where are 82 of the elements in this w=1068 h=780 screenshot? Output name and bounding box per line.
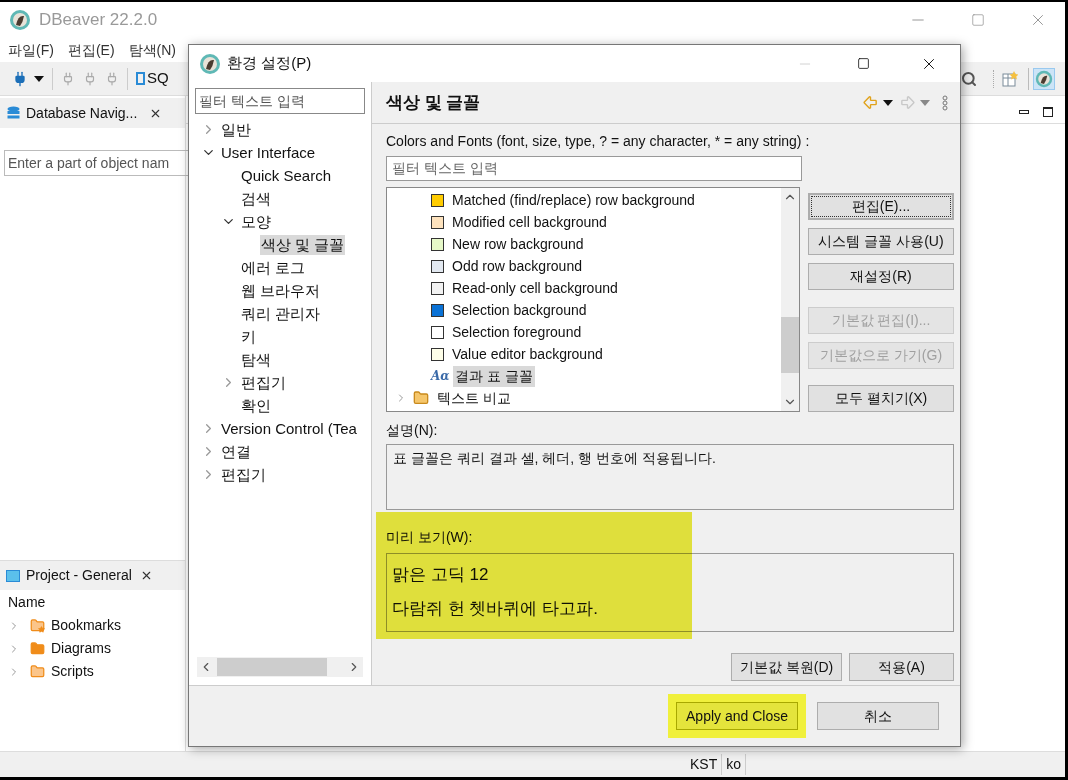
dialog-button[interactable]: Apply and Close xyxy=(676,702,798,730)
project-item[interactable]: Bookmarks xyxy=(51,615,122,636)
filter-field[interactable]: 필터 텍스트 입력 xyxy=(195,88,365,114)
folder-tab-icon xyxy=(6,569,20,582)
project-item[interactable]: Diagrams xyxy=(51,638,111,659)
window-title: DBeaver 22.2.0 xyxy=(39,9,158,32)
forward-arrow-icon[interactable] xyxy=(899,94,916,111)
caret-icon[interactable] xyxy=(34,75,44,82)
menu-item[interactable]: 편집(E) xyxy=(67,39,115,61)
list-item[interactable]: Odd row background xyxy=(450,255,584,277)
tree-item[interactable]: 일반 xyxy=(220,119,252,140)
side-button[interactable]: 재설정(R) xyxy=(808,263,954,290)
tree-item[interactable]: 검색 xyxy=(240,188,272,209)
tree-item[interactable]: 색상 및 글꼴 xyxy=(260,234,346,255)
description-box: 표 글꼴은 쿼리 결과 셀, 헤더, 행 번호에 적용됩니다. xyxy=(386,444,954,510)
caret-icon[interactable] xyxy=(883,99,893,106)
tree-item[interactable]: 탐색 xyxy=(240,349,272,370)
folder-icon xyxy=(30,641,45,656)
more-icon[interactable] xyxy=(942,94,948,111)
side-button[interactable]: 편집(E)... xyxy=(808,193,954,220)
list-item[interactable]: New row background xyxy=(450,233,586,255)
page-button[interactable]: 기본값 복원(D) xyxy=(731,653,842,681)
logo-icon xyxy=(1035,69,1053,88)
tree-item[interactable]: Quick Search xyxy=(240,165,333,186)
sql-editor-button[interactable]: SQ xyxy=(136,67,169,90)
list-item[interactable]: Selection foreground xyxy=(450,321,584,343)
project-item[interactable]: Scripts xyxy=(51,661,94,682)
preview-label: 미리 보기(W): xyxy=(386,528,474,547)
tree-item[interactable]: 모양 xyxy=(240,211,272,232)
horizontal-scrollbar[interactable] xyxy=(197,657,363,677)
list-item[interactable]: Value editor background xyxy=(450,343,605,365)
font-icon: Aα xyxy=(431,369,447,383)
folder-icon xyxy=(30,664,45,679)
page-title: 색상 및 글꼴 xyxy=(386,91,481,114)
tree-item[interactable]: 쿼리 관리자 xyxy=(240,303,322,324)
list-item[interactable]: Modified cell background xyxy=(450,211,609,233)
plug-icon[interactable] xyxy=(61,71,75,86)
maximize-icon[interactable] xyxy=(857,57,870,70)
tree-item[interactable]: 확인 xyxy=(240,395,272,416)
list-item[interactable]: Read-only cell background xyxy=(450,277,620,299)
side-button[interactable]: 모두 펼치기(X) xyxy=(808,385,954,412)
menu-item[interactable]: 파일(F) xyxy=(8,39,54,61)
minimize-icon[interactable] xyxy=(1019,109,1029,114)
list-item[interactable]: 결과 표 글꼴 xyxy=(453,365,535,387)
object-filter-field[interactable]: Enter a part of object nam xyxy=(4,150,189,176)
list-item[interactable]: 텍스트 비교 xyxy=(435,387,513,409)
tree-item[interactable]: User Interface xyxy=(220,142,317,163)
logo-icon xyxy=(199,52,221,75)
plug-icon[interactable] xyxy=(105,71,119,86)
tree-item[interactable]: Version Control (Tea xyxy=(220,418,358,439)
folder-icon xyxy=(413,390,429,406)
list-item[interactable]: Selection background xyxy=(450,299,589,321)
database-icon xyxy=(6,105,21,121)
page-button[interactable]: 적용(A) xyxy=(849,653,954,681)
status-field: KST xyxy=(686,754,723,775)
logo-icon xyxy=(9,9,31,31)
dialog-title: 환경 설정(P) xyxy=(227,53,312,74)
vertical-scrollbar[interactable] xyxy=(781,188,799,411)
perspective-icon[interactable] xyxy=(1002,70,1018,87)
tree-item[interactable]: 연결 xyxy=(220,441,252,462)
list-item[interactable]: Matched (find/replace) row background xyxy=(450,189,697,211)
connect-plug-icon[interactable] xyxy=(12,70,28,87)
search-icon[interactable] xyxy=(961,70,977,87)
folder-star-icon xyxy=(30,618,45,633)
status-field: ko xyxy=(722,754,747,775)
side-button[interactable]: 시스템 글꼴 사용(U) xyxy=(808,228,954,255)
column-header: Name xyxy=(7,593,47,612)
menu-item[interactable]: 탐색(N) xyxy=(128,39,176,61)
tree-item[interactable]: 키 xyxy=(240,326,257,347)
filter-label: Colors and Fonts (font, size, type, ? = any character, * = any string) : xyxy=(386,132,811,151)
tree-item[interactable]: 에러 로그 xyxy=(240,257,307,278)
preview-text: 맑은 고딕 12 xyxy=(392,564,490,586)
maximize-icon[interactable] xyxy=(1043,106,1053,117)
perspective-button[interactable] xyxy=(1033,67,1055,90)
tree-item[interactable]: 웹 브라우저 xyxy=(240,280,322,301)
filter-field[interactable]: 필터 텍스트 입력 xyxy=(386,156,802,181)
dialog-button[interactable]: 취소 xyxy=(817,702,939,730)
tree-item[interactable]: 편집기 xyxy=(220,464,267,485)
preview-text: 다람쥐 헌 쳇바퀴에 타고파. xyxy=(392,597,599,620)
description-label: 설명(N): xyxy=(386,421,439,440)
tree-item[interactable]: 편집기 xyxy=(240,372,287,393)
plug-icon[interactable] xyxy=(83,71,97,86)
